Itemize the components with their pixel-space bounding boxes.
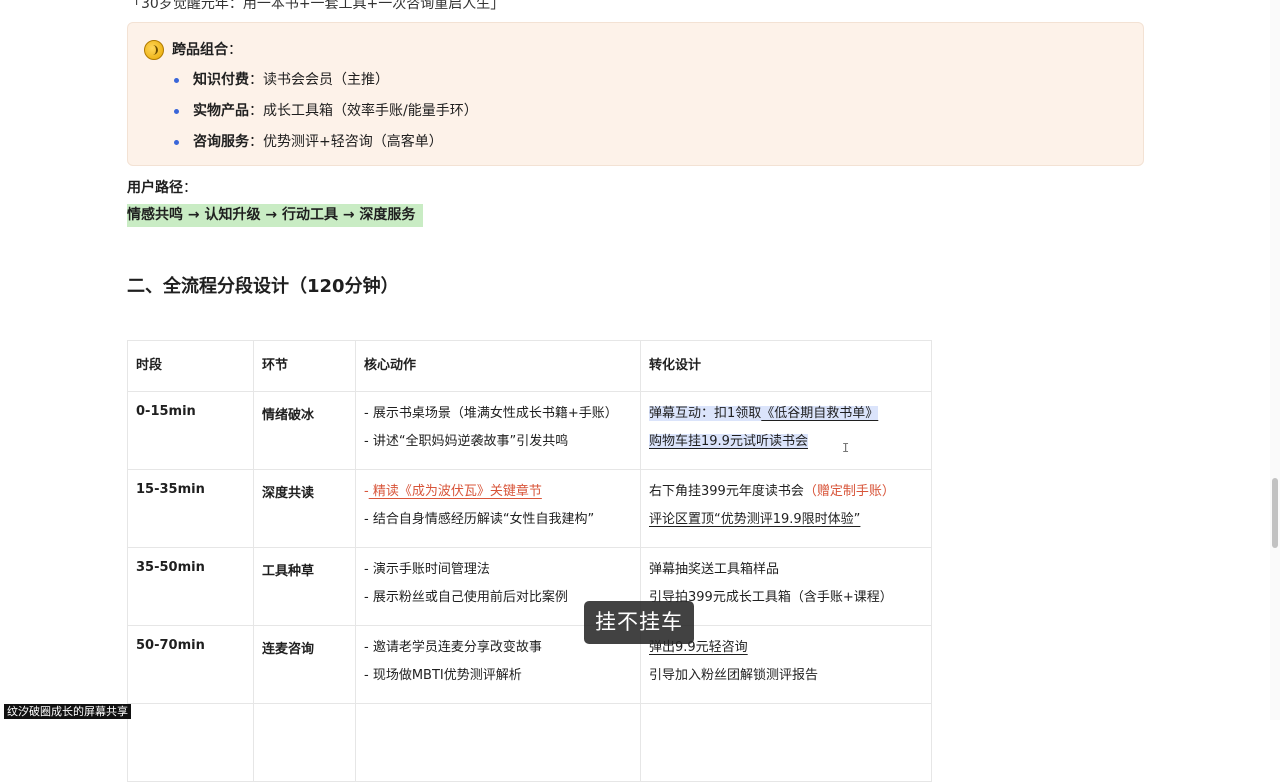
cell-actions <box>355 703 641 782</box>
cell-stage: 工具种草 <box>253 547 356 626</box>
scrollbar-thumb[interactable] <box>1272 478 1278 548</box>
screen-share-label: 纹汐破圈成长的屏幕共享 <box>4 704 131 719</box>
highlighted-text: 弹幕互动：扣1领取《低谷期自救书单》 <box>649 406 879 421</box>
header-actions: 核心动作 <box>355 340 641 392</box>
thinking-face-icon <box>144 40 164 60</box>
table-row: 15-35min 深度共读 - 精读《成为波伏瓦》关键章节 - 结合自身情感经历… <box>127 469 932 548</box>
book-link[interactable]: 精读《成为波伏瓦》关键章节 <box>369 484 542 499</box>
cell-conversion: 右下角挂399元年度读书会（赠定制手账） 评论区置顶“优势测评19.9限时体验” <box>640 469 932 548</box>
table-row <box>127 703 932 782</box>
cell-conversion[interactable]: 弹幕互动：扣1领取《低谷期自救书单》 购物车挂19.9元试听读书会 <box>640 391 932 470</box>
section-heading: 二、全流程分段设计（120分钟） <box>127 276 399 297</box>
cell-time: 15-35min <box>127 469 254 548</box>
header-conversion: 转化设计 <box>640 340 932 392</box>
cell-conversion <box>640 703 932 782</box>
list-item: 实物产品：成长工具箱（效率手账/能量手环） <box>174 101 478 132</box>
list-item: 咨询服务：优势测评+轻咨询（高客单） <box>174 132 478 163</box>
header-time: 时段 <box>127 340 254 392</box>
live-subtitle: 挂不挂车 <box>584 601 694 644</box>
cell-time <box>127 703 254 782</box>
cell-time: 35-50min <box>127 547 254 626</box>
table-row: 50-70min 连麦咨询 - 邀请老学员连麦分享改变故事 - 现场做MBTI优… <box>127 625 932 704</box>
header-stage: 环节 <box>253 340 356 392</box>
table-row: 0-15min 情绪破冰 - 展示书桌场景（堆满女性成长书籍+手账） - 讲述“… <box>127 391 932 470</box>
scrollbar-track[interactable] <box>1270 0 1280 720</box>
cell-actions: - 精读《成为波伏瓦》关键章节 - 结合自身情感经历解读“女性自我建构” <box>355 469 641 548</box>
table-header-row: 时段 环节 核心动作 转化设计 <box>127 340 932 392</box>
list-item: 知识付费：读书会会员（主推） <box>174 70 478 101</box>
callout-title: 跨品组合： <box>172 42 242 58</box>
cell-stage: 连麦咨询 <box>253 625 356 704</box>
cell-actions: - 展示书桌场景（堆满女性成长书籍+手账） - 讲述“全职妈妈逆袭故事”引发共鸣 <box>355 391 641 470</box>
product-mix-list: 知识付费：读书会会员（主推） 实物产品：成长工具箱（效率手账/能量手环） 咨询服… <box>174 70 478 163</box>
cell-stage: 情绪破冰 <box>253 391 356 470</box>
product-mix-callout: 跨品组合： 知识付费：读书会会员（主推） 实物产品：成长工具箱（效率手账/能量手… <box>127 22 1144 166</box>
user-path-flow: 情感共鸣 → 认知升级 → 行动工具 → 深度服务 <box>127 204 424 227</box>
cell-stage <box>253 703 356 782</box>
cell-time: 0-15min <box>127 391 254 470</box>
user-path-label: 用户路径： <box>127 180 197 196</box>
process-table: 时段 环节 核心动作 转化设计 0-15min 情绪破冰 - 展示书桌场景（堆满… <box>127 340 932 782</box>
text-cursor-icon: I <box>842 441 850 455</box>
previous-line-text: 「30岁觉醒元年：用一本书+一套工具+一次咨询重启人生」 <box>127 0 505 12</box>
cell-stage: 深度共读 <box>253 469 356 548</box>
table-row: 35-50min 工具种草 - 演示手账时间管理法 - 展示粉丝或自己使用前后对… <box>127 547 932 626</box>
highlighted-text: 购物车挂19.9元试听读书会 <box>649 434 808 449</box>
cell-time: 50-70min <box>127 625 254 704</box>
